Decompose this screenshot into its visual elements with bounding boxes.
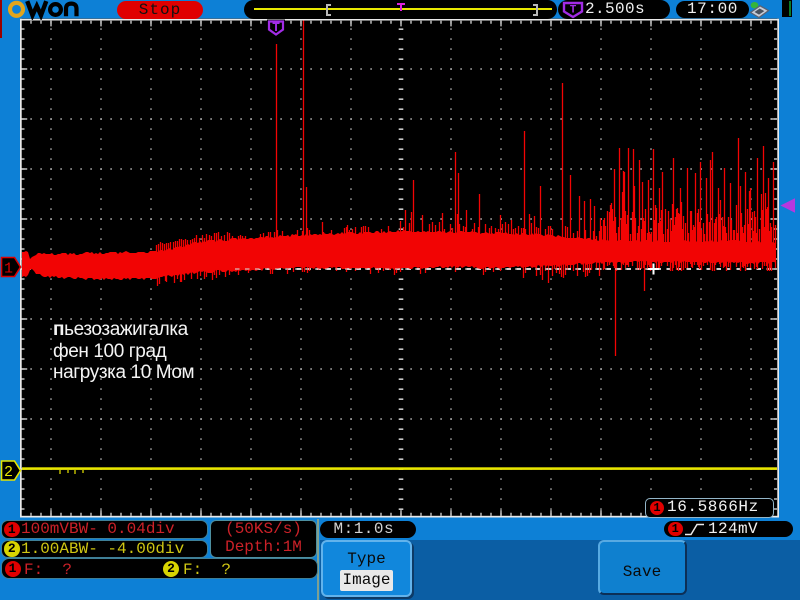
svg-text:1: 1 [4, 261, 13, 278]
svg-text:T: T [570, 5, 577, 17]
svg-text:T: T [272, 20, 280, 35]
svg-text:2: 2 [4, 464, 13, 481]
